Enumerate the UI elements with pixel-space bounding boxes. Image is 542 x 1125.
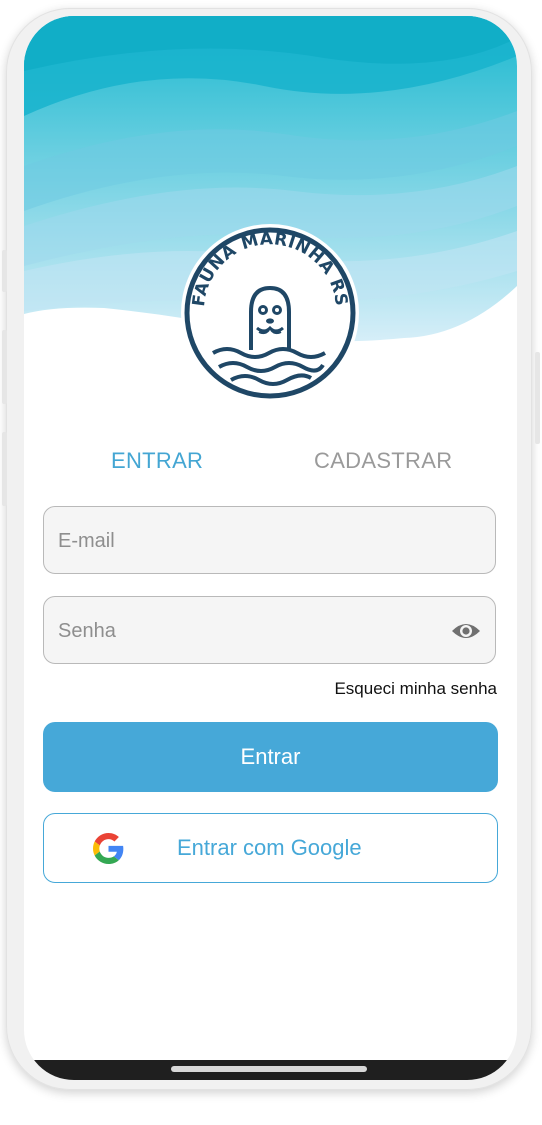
side-button (2, 432, 7, 506)
forgot-password-link[interactable]: Esqueci minha senha (334, 679, 497, 699)
fauna-marinha-logo: FAUNA MARINHA RS (181, 224, 359, 402)
home-indicator[interactable] (171, 1066, 367, 1072)
side-button (535, 352, 540, 444)
tab-cadastrar[interactable]: CADASTRAR (314, 448, 452, 474)
google-login-button[interactable]: Entrar com Google (43, 813, 498, 883)
email-field (43, 506, 496, 575)
tab-entrar[interactable]: ENTRAR (111, 448, 203, 474)
side-button (2, 250, 7, 292)
auth-tabs: ENTRAR CADASTRAR (24, 448, 517, 488)
login-button[interactable]: Entrar (43, 722, 498, 792)
password-field (43, 596, 496, 665)
password-input[interactable] (56, 597, 450, 665)
login-button-label: Entrar (240, 744, 301, 769)
eye-icon[interactable] (451, 619, 481, 643)
google-g-icon (93, 833, 124, 864)
side-button (2, 330, 7, 404)
email-input[interactable] (56, 507, 450, 575)
app-screen: FAUNA MARINHA RS ENTRAR CADASTRAR Esquec… (24, 16, 517, 1080)
google-login-label: Entrar com Google (177, 835, 362, 860)
